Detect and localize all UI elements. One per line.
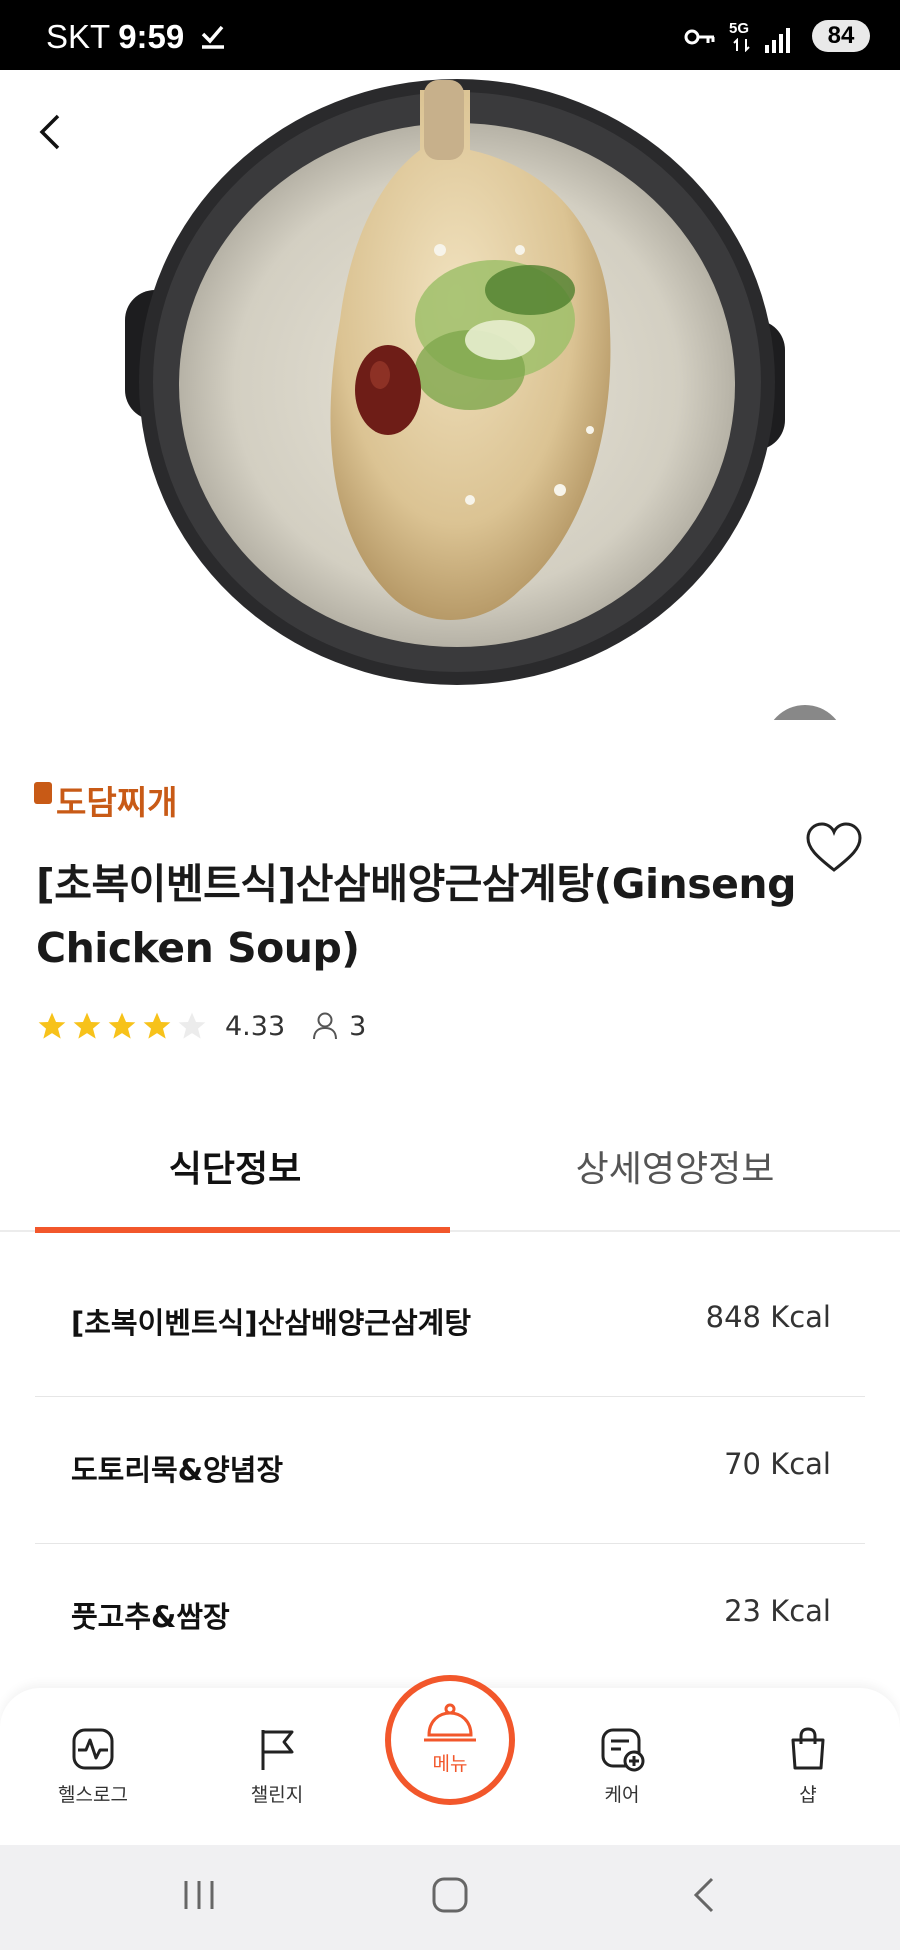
health-log-icon [72, 1728, 114, 1770]
nav-label: 메뉴 [432, 1753, 468, 1775]
signal-icon [765, 28, 790, 53]
nav-challenge[interactable]: 챌린지 [207, 1726, 347, 1807]
nav-label: 케어 [604, 1784, 640, 1806]
nav-label: 챌린지 [250, 1784, 304, 1806]
food-photo [0, 70, 900, 710]
clock: 9:59 [118, 18, 185, 55]
samgyetang-image [125, 79, 785, 685]
carrier: SKT [46, 18, 111, 55]
menu-item-kcal: 70 Kcal [724, 1447, 831, 1481]
nav-shop[interactable]: 샵 [738, 1726, 878, 1807]
care-icon [601, 1728, 645, 1772]
nav-health-log[interactable]: 헬스로그 [23, 1726, 163, 1807]
recent-apps-button[interactable] [180, 1875, 220, 1915]
flag-icon [261, 1730, 294, 1770]
active-tab-indicator [35, 1227, 450, 1233]
status-time-carrier: SKT 9:59 [46, 18, 184, 56]
menu-list: [초복이벤트식]산삼배양근삼계탕 848 Kcal 도토리묵&양념장 70 Kc… [35, 1250, 865, 1690]
star-icon [108, 1012, 136, 1039]
list-item: 도토리묵&양념장 70 Kcal [35, 1397, 865, 1544]
menu-item-kcal: 23 Kcal [724, 1594, 831, 1628]
system-nav-bar [0, 1845, 900, 1950]
star-icon [38, 1012, 66, 1039]
data-arrows-icon [733, 38, 750, 52]
reviewer-count: 3 [349, 1010, 367, 1042]
image-pager-indicator [773, 705, 837, 720]
rating-value: 4.33 [225, 1010, 286, 1042]
download-check-icon [201, 25, 224, 49]
brand-logo: 도담찌개 [34, 782, 177, 822]
star-empty-icon [178, 1012, 206, 1039]
tab-nutrition-detail[interactable]: 상세영양정보 [450, 1140, 900, 1192]
menu-item-name: [초복이벤트식]산삼배양근삼계탕 [71, 1306, 472, 1340]
list-item: [초복이벤트식]산삼배양근삼계탕 848 Kcal [35, 1250, 865, 1397]
star-icon [73, 1012, 101, 1039]
menu-item-name: 도토리묵&양념장 [71, 1453, 284, 1487]
status-bar: SKT 9:59 5G 84 [0, 0, 900, 70]
user-icon [313, 1012, 338, 1040]
menu-item-kcal: 848 Kcal [705, 1300, 831, 1334]
network-type: 5G [729, 20, 750, 37]
star-icon [143, 1012, 171, 1039]
tab-diet-info[interactable]: 식단정보 [20, 1140, 450, 1192]
product-title: [초복이벤트식]산삼배양근삼계탕(Ginseng Chicken Soup) [36, 860, 796, 972]
favorite-heart-icon[interactable] [804, 820, 864, 876]
shopping-bag-icon [791, 1727, 825, 1770]
nav-care[interactable]: 케어 [552, 1726, 692, 1807]
back-button[interactable] [30, 110, 74, 154]
battery-indicator: 84 [812, 20, 870, 52]
system-back-button[interactable] [686, 1875, 726, 1915]
cloche-icon [424, 1703, 476, 1742]
rating-row: 4.33 3 [36, 1008, 366, 1044]
brand-logo-text: 도담찌개 [56, 783, 177, 822]
tab-bar: 식단정보 상세영양정보 [0, 1140, 900, 1230]
nav-label: 헬스로그 [58, 1784, 128, 1806]
nav-menu-button[interactable]: 메뉴 [385, 1675, 515, 1805]
list-item: 풋고추&쌈장 23 Kcal [35, 1544, 865, 1690]
key-icon [684, 29, 715, 45]
menu-item-name: 풋고추&쌈장 [71, 1600, 230, 1634]
home-button[interactable] [430, 1875, 470, 1915]
nav-label: 샵 [799, 1784, 817, 1806]
